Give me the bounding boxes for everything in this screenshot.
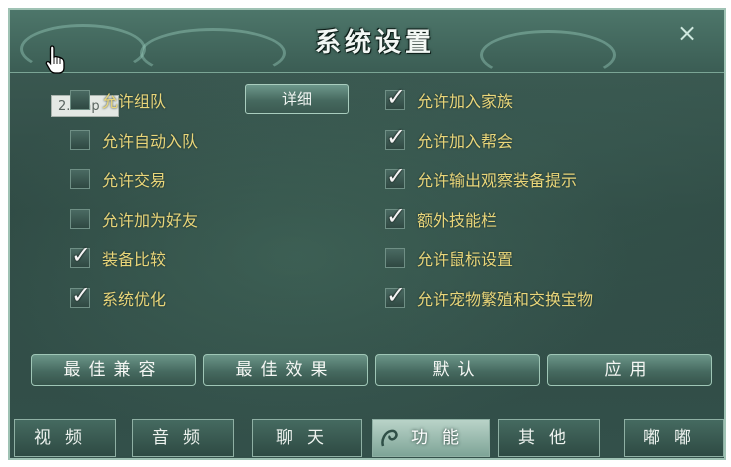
checkbox[interactable] xyxy=(70,90,90,110)
option-label: 允许加为好友 xyxy=(102,210,199,230)
tab-label: 音频 xyxy=(152,428,214,448)
tab-3[interactable]: 功能 xyxy=(372,419,490,457)
option-right-0[interactable]: ✓ 允许加入家族 xyxy=(385,83,514,113)
check-icon: ✓ xyxy=(71,281,92,309)
checkbox[interactable]: ✓ xyxy=(70,281,91,309)
tab-4[interactable]: 其他 xyxy=(498,419,600,457)
best-effect-button[interactable]: 最佳效果 xyxy=(203,354,368,386)
close-icon[interactable]: × xyxy=(674,20,700,46)
checkbox[interactable]: ✓ xyxy=(385,83,406,111)
option-left-5[interactable]: ✓ 系统优化 xyxy=(70,281,167,311)
option-label: 允许输出观察装备提示 xyxy=(417,171,578,191)
system-settings-dialog: 系统设置 × xyxy=(8,8,726,460)
option-left-2[interactable]: 允许交易 xyxy=(70,166,166,192)
option-label: 允许加入家族 xyxy=(417,92,514,111)
option-label: 额外技能栏 xyxy=(417,210,498,230)
check-icon: ✓ xyxy=(386,162,407,191)
option-right-5[interactable]: ✓ 允许宠物繁殖和交换宝物 xyxy=(385,281,594,311)
cloud-ornament-right xyxy=(480,30,616,80)
cloud-ornament-mid xyxy=(140,28,286,78)
option-left-0[interactable]: 允许组队 xyxy=(70,87,166,113)
option-right-2[interactable]: ✓ 允许输出观察装备提示 xyxy=(385,162,578,192)
option-left-1[interactable]: 允许自动入队 xyxy=(70,127,198,153)
tab-label: 视频 xyxy=(34,428,96,448)
checkbox[interactable] xyxy=(70,169,90,190)
option-label: 允许自动入队 xyxy=(102,131,199,151)
tab-label: 嘟嘟 xyxy=(643,428,705,448)
option-left-3[interactable]: 允许加为好友 xyxy=(70,206,198,232)
tab-label: 聊天 xyxy=(276,428,338,448)
option-label: 系统优化 xyxy=(102,290,167,309)
option-left-4[interactable]: ✓ 装备比较 xyxy=(70,241,167,271)
title-bar: 系统设置 × xyxy=(10,10,724,80)
best-compatibility-button[interactable]: 最佳兼容 xyxy=(31,354,196,386)
checkbox[interactable] xyxy=(385,248,405,269)
tab-label: 功能 xyxy=(411,428,473,448)
dialog-title: 系统设置 xyxy=(314,28,435,58)
tab-1[interactable]: 音频 xyxy=(132,419,234,457)
checkbox[interactable]: ✓ xyxy=(385,202,406,230)
check-icon: ✓ xyxy=(386,83,407,111)
option-label: 允许宠物繁殖和交换宝物 xyxy=(417,290,594,309)
checkbox[interactable]: ✓ xyxy=(385,162,406,190)
check-icon: ✓ xyxy=(386,201,407,230)
option-label: 允许交易 xyxy=(102,171,167,191)
checkbox[interactable]: ✓ xyxy=(385,123,406,151)
check-icon: ✓ xyxy=(386,122,407,151)
option-label: 允许鼠标设置 xyxy=(417,250,514,270)
hand-pointer-icon xyxy=(45,45,65,74)
option-right-1[interactable]: ✓ 允许加入帮会 xyxy=(385,123,514,153)
detail-button[interactable]: 详细 xyxy=(245,84,349,114)
option-label: 允许加入帮会 xyxy=(417,131,514,151)
option-right-4[interactable]: 允许鼠标设置 xyxy=(385,245,513,271)
tab-label: 其他 xyxy=(518,428,580,448)
tab-5[interactable]: 嘟嘟 xyxy=(624,419,724,457)
apply-button[interactable]: 应用 xyxy=(547,354,712,386)
default-button[interactable]: 默认 xyxy=(375,354,540,386)
checkbox[interactable] xyxy=(70,129,90,150)
checkbox[interactable]: ✓ xyxy=(70,241,91,269)
swirl-icon xyxy=(381,429,398,447)
cloud-ornament-left xyxy=(20,24,146,74)
tab-2[interactable]: 聊天 xyxy=(252,419,362,457)
option-right-3[interactable]: ✓ 额外技能栏 xyxy=(385,202,498,232)
check-icon: ✓ xyxy=(71,241,92,270)
option-label: 允许组队 xyxy=(102,92,167,111)
tab-0[interactable]: 视频 xyxy=(14,419,116,457)
checkbox[interactable]: ✓ xyxy=(385,281,406,309)
option-label: 装备比较 xyxy=(102,250,167,270)
check-icon: ✓ xyxy=(386,281,407,309)
checkbox[interactable] xyxy=(70,208,90,229)
